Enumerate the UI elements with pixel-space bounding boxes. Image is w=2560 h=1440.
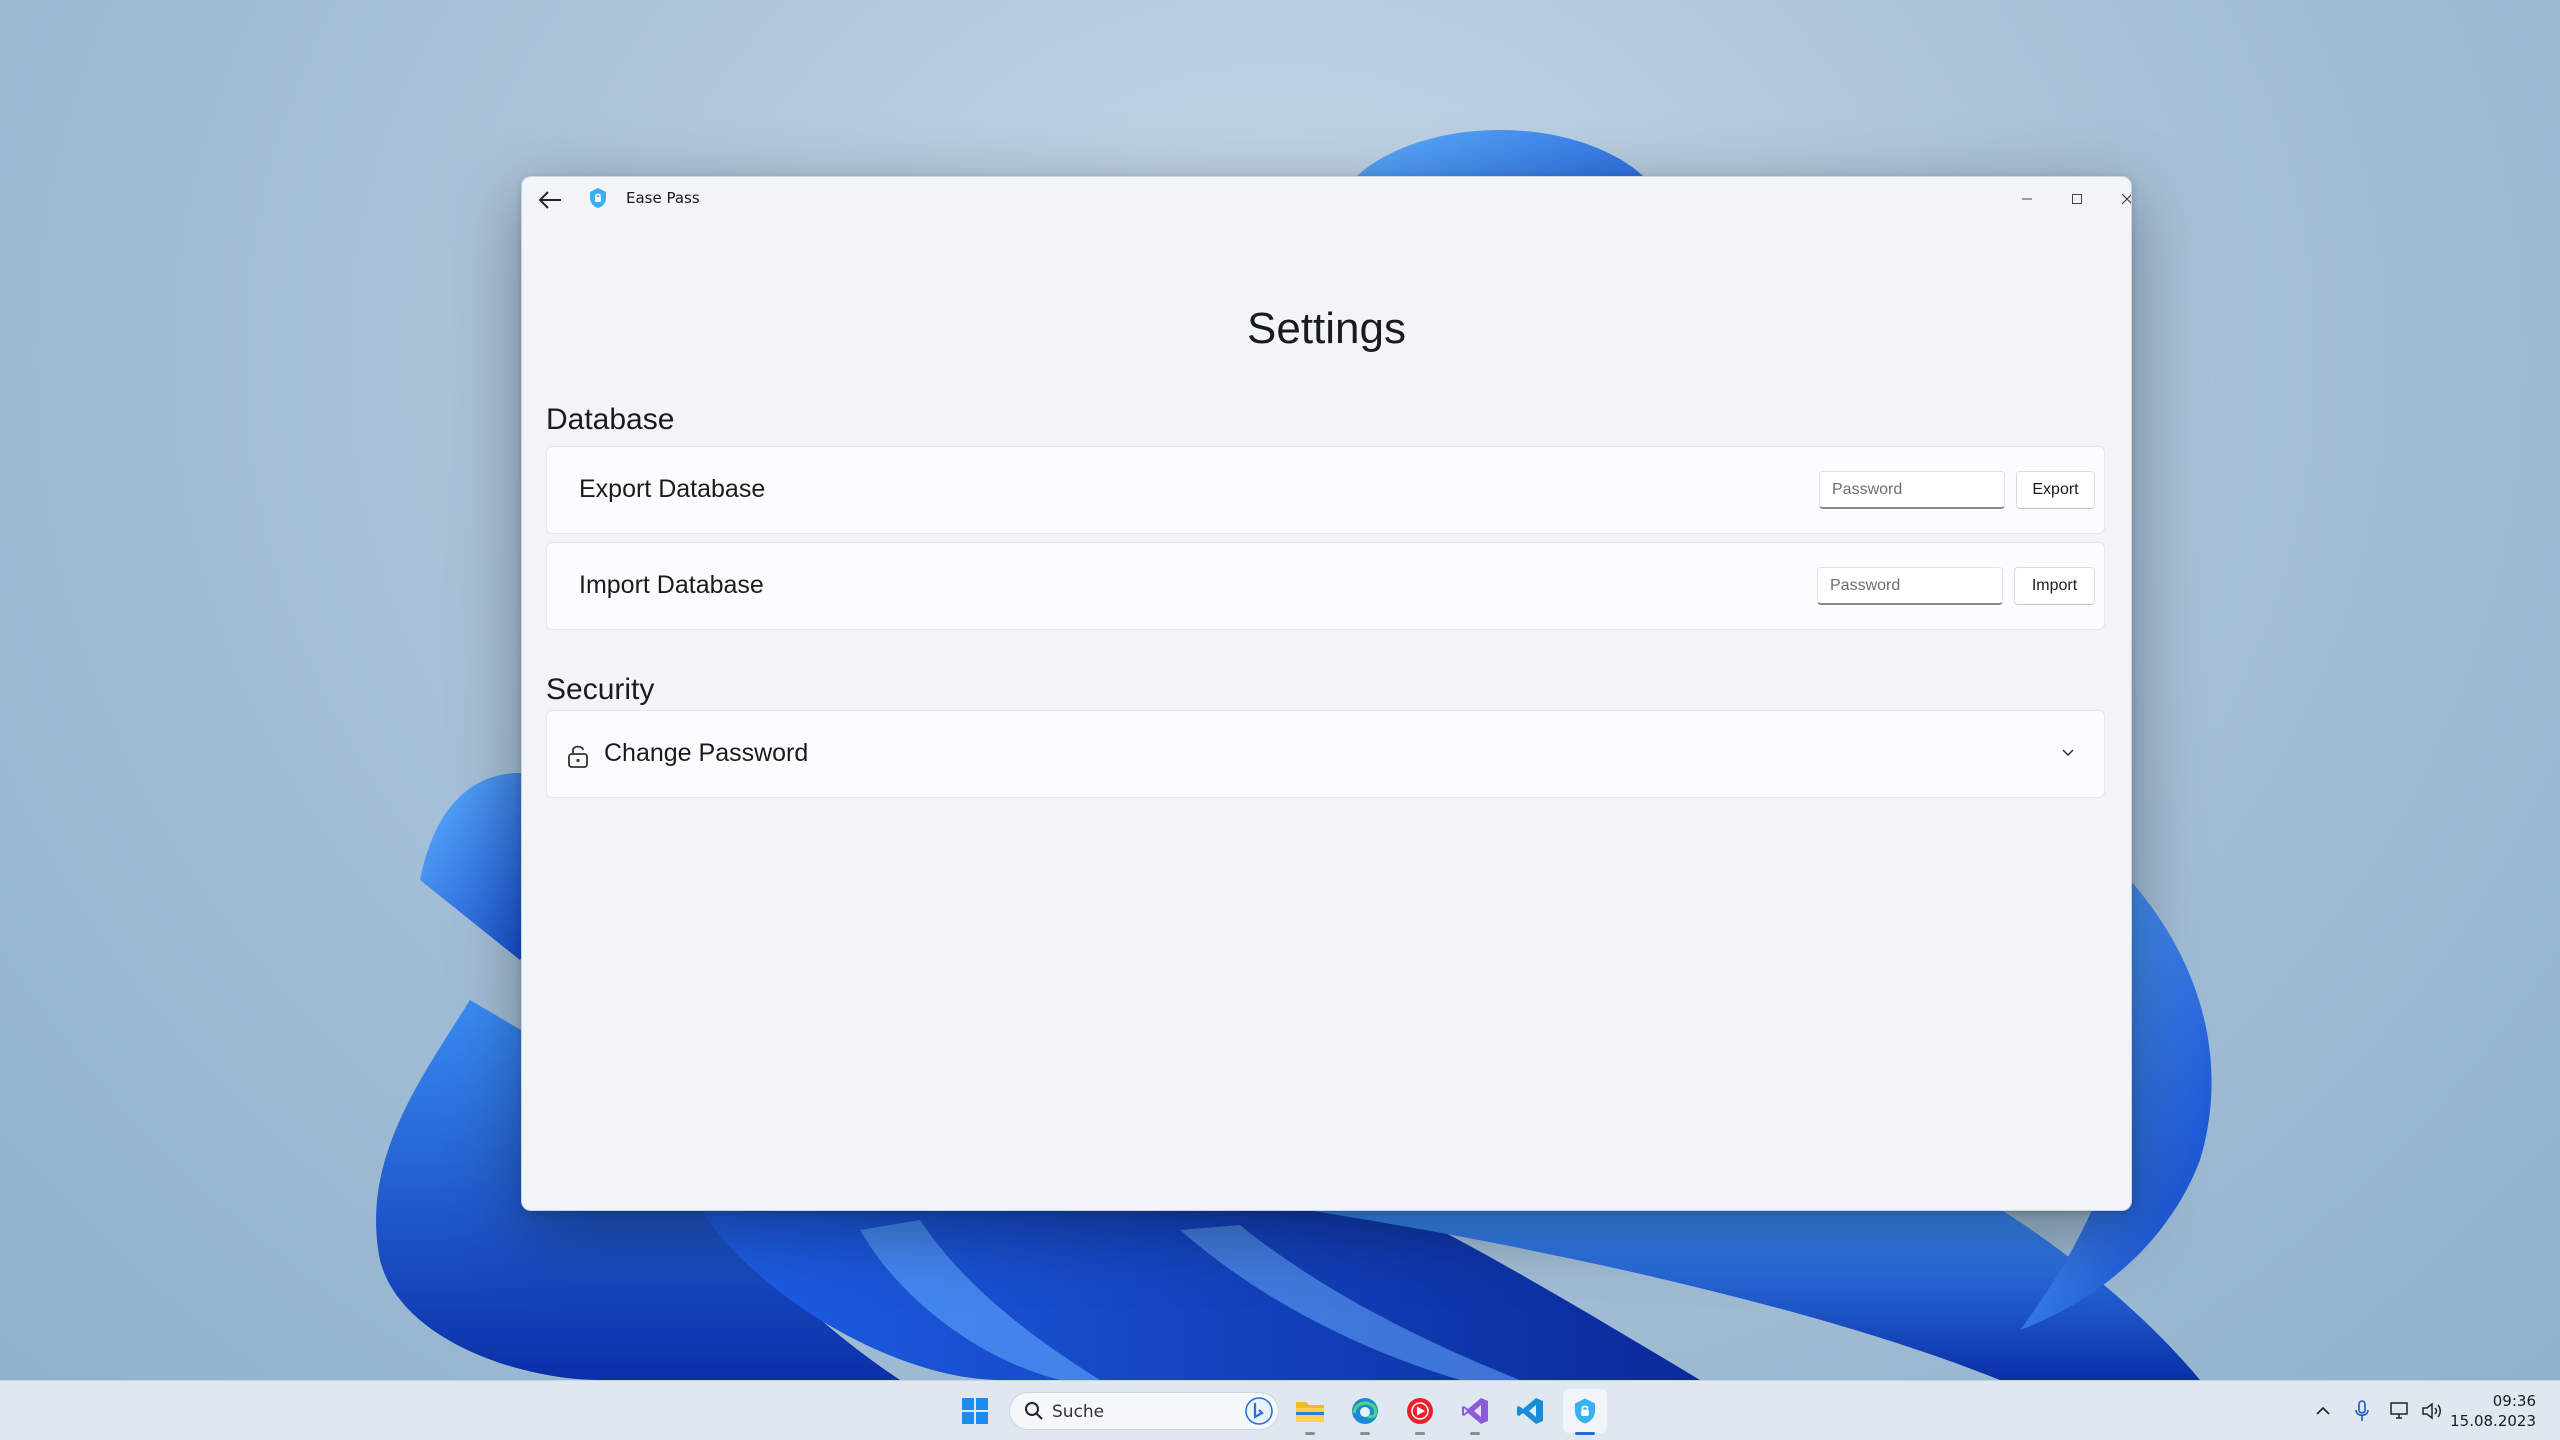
change-password-expander[interactable]: Change Password: [546, 710, 2105, 798]
page-title: Settings: [1247, 304, 1406, 353]
close-button[interactable]: [2104, 181, 2131, 217]
volume-button[interactable]: [2420, 1399, 2444, 1423]
maximize-icon: [2072, 194, 2082, 204]
microphone-button[interactable]: [2350, 1399, 2374, 1423]
export-database-card: Export Database Export: [546, 446, 2105, 534]
file-explorer-button[interactable]: [1288, 1389, 1332, 1435]
edge-icon: [1352, 1398, 1378, 1424]
back-arrow-icon: [538, 191, 561, 209]
clock-date: 15.08.2023: [2450, 1412, 2536, 1430]
export-database-label: Export Database: [579, 475, 766, 503]
minimize-button[interactable]: [2004, 181, 2050, 217]
microphone-icon: [2355, 1400, 2369, 1421]
back-button[interactable]: [532, 185, 568, 215]
minimize-icon: [2022, 198, 2032, 200]
edge-button[interactable]: [1343, 1389, 1387, 1435]
running-indicator: [1415, 1432, 1425, 1435]
active-indicator: [1575, 1432, 1595, 1435]
ease-pass-taskbar-button[interactable]: [1563, 1389, 1607, 1435]
clock-time: 09:36: [2492, 1392, 2536, 1410]
ease-pass-logo-icon: [590, 188, 606, 208]
export-button[interactable]: Export: [2016, 471, 2095, 509]
maximize-button[interactable]: [2054, 181, 2100, 217]
start-button[interactable]: [953, 1389, 997, 1433]
visual-studio-icon: [1462, 1398, 1488, 1424]
network-button[interactable]: [2388, 1399, 2412, 1423]
search-icon: [1025, 1402, 1043, 1420]
running-indicator: [1305, 1432, 1315, 1435]
volume-icon: [2422, 1402, 2441, 1420]
import-button[interactable]: Import: [2014, 567, 2095, 605]
clock[interactable]: 09:36 15.08.2023: [2450, 1391, 2536, 1431]
windows-start-icon: [962, 1398, 988, 1424]
import-password-input[interactable]: [1817, 567, 2003, 605]
export-password-input[interactable]: [1819, 471, 2005, 509]
chevron-down-icon[interactable]: [2060, 747, 2076, 759]
import-database-label: Import Database: [579, 571, 764, 599]
chevron-up-icon: [2316, 1406, 2330, 1415]
taskbar-search-box[interactable]: Suche: [1009, 1392, 1279, 1430]
running-indicator: [1470, 1432, 1480, 1435]
database-section-header: Database: [546, 403, 675, 436]
close-icon: [2121, 193, 2131, 205]
lock-open-icon: [568, 745, 588, 768]
file-explorer-icon: [1296, 1402, 1324, 1422]
visual-studio-button[interactable]: [1453, 1389, 1497, 1435]
vscode-icon: [1517, 1398, 1543, 1424]
import-database-card: Import Database Import: [546, 542, 2105, 630]
title-bar[interactable]: Ease Pass: [522, 177, 2131, 221]
taskbar: Suche 09:36 15.08.2023: [0, 1380, 2560, 1440]
desktop: Ease Pass Settings Database Export Datab…: [0, 0, 2560, 1440]
app-title: Ease Pass: [626, 189, 700, 207]
youtube-music-button[interactable]: [1398, 1389, 1442, 1435]
show-hidden-icons-button[interactable]: [2311, 1399, 2335, 1423]
app-window: Ease Pass Settings Database Export Datab…: [521, 176, 2132, 1211]
ease-pass-icon: [1575, 1398, 1595, 1424]
change-password-label: Change Password: [604, 739, 809, 767]
search-label: Suche: [1052, 1402, 1105, 1422]
running-indicator: [1360, 1432, 1370, 1435]
bing-icon[interactable]: [1244, 1396, 1274, 1426]
vscode-button[interactable]: [1508, 1389, 1552, 1433]
youtube-music-icon: [1407, 1398, 1433, 1424]
security-section-header: Security: [546, 673, 655, 706]
network-icon: [2390, 1402, 2408, 1419]
